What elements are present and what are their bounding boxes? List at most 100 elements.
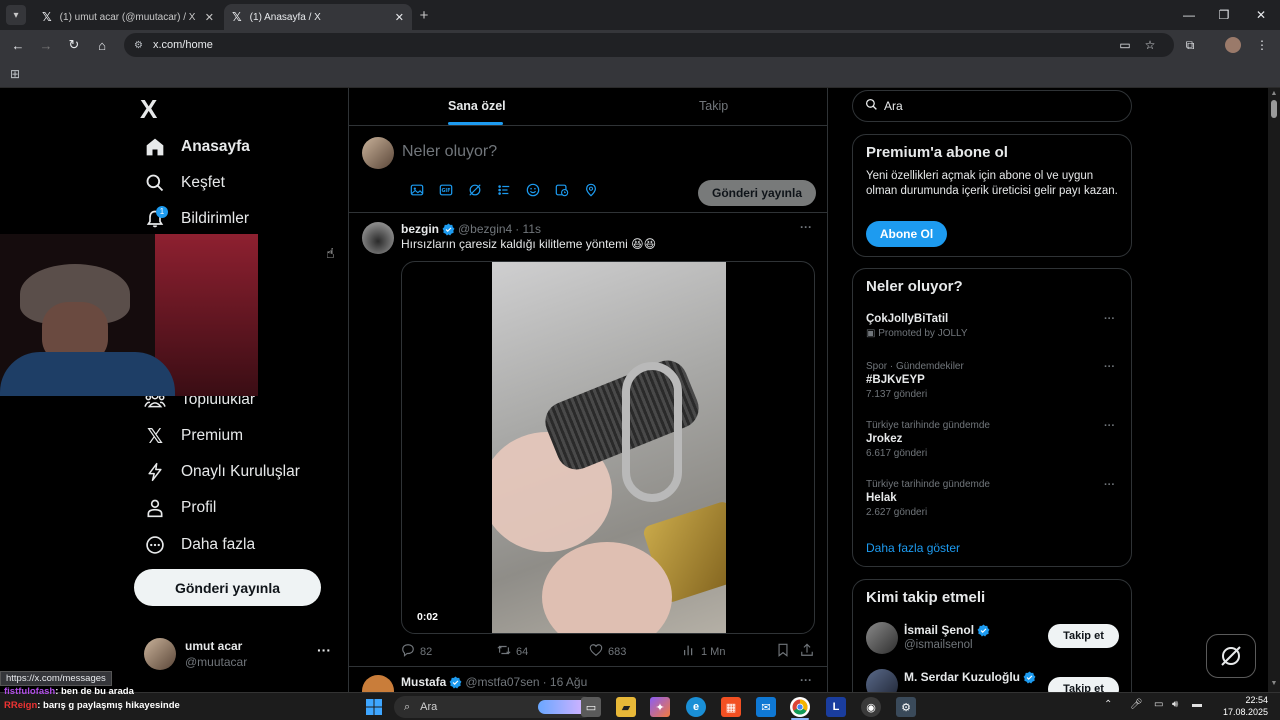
tweet[interactable]: bezgin @bezgin4 · 11s ··· Hırsızların ça… bbox=[349, 213, 828, 667]
edge-icon[interactable]: e bbox=[686, 697, 706, 717]
tray-chevron-icon[interactable]: ⌃ bbox=[1104, 699, 1112, 710]
tab-following[interactable]: Takip bbox=[699, 99, 728, 113]
battery-icon[interactable]: ▬ bbox=[1192, 699, 1202, 710]
nav-more[interactable]: Daha fazla bbox=[144, 530, 255, 560]
trend-item[interactable]: ÇokJollyBiTatil ▣ Promoted by JOLLY ··· bbox=[866, 313, 1118, 339]
follow-button[interactable]: Takip et bbox=[1048, 624, 1119, 648]
show-more-link[interactable]: Daha fazla göster bbox=[866, 541, 960, 555]
more-dots-icon[interactable]: ··· bbox=[1104, 313, 1115, 325]
avatar[interactable] bbox=[866, 622, 898, 654]
composer-post-button[interactable]: Gönderi yayınla bbox=[698, 180, 816, 206]
follow-button[interactable]: Takip et bbox=[1048, 677, 1119, 692]
copilot-icon[interactable]: ✦ bbox=[650, 697, 670, 717]
nav-home[interactable]: Anasayfa bbox=[144, 132, 250, 162]
nav-notifications[interactable]: 1 Bildirimler bbox=[144, 204, 249, 234]
browser-menu-icon[interactable]: ⋮ bbox=[1250, 33, 1274, 57]
scrollbar-thumb[interactable] bbox=[1271, 100, 1277, 118]
scroll-down-arrow-icon[interactable]: ▼ bbox=[1268, 680, 1280, 687]
file-explorer-icon[interactable]: ▰ bbox=[616, 697, 636, 717]
tweet[interactable]: Mustafa @mstfa07sen · 16 Ağu ··· bbox=[349, 668, 828, 692]
store-icon[interactable]: ▦ bbox=[721, 697, 741, 717]
forward-button[interactable]: → bbox=[32, 31, 60, 59]
close-window-button[interactable]: ✕ bbox=[1244, 0, 1278, 30]
nav-premium[interactable]: 𝕏 Premium bbox=[144, 421, 243, 451]
tweet-author-name[interactable]: bezgin bbox=[401, 222, 439, 236]
task-view-icon[interactable]: ▭ bbox=[581, 697, 601, 717]
start-button[interactable] bbox=[364, 697, 384, 717]
profile-avatar[interactable] bbox=[1221, 33, 1245, 57]
gif-icon[interactable]: GIF bbox=[431, 182, 460, 198]
repost-button[interactable]: 64 bbox=[497, 643, 528, 660]
volume-icon[interactable]: 🔊︎ bbox=[1172, 699, 1178, 710]
mail-icon[interactable]: ✉ bbox=[756, 697, 776, 717]
obs-icon[interactable]: ◉ bbox=[861, 697, 881, 717]
new-tab-button[interactable]: + bbox=[412, 7, 436, 24]
tweet-video[interactable]: 0:02 bbox=[401, 261, 815, 634]
emoji-icon[interactable] bbox=[518, 182, 547, 198]
taskbar-search[interactable]: ⌕ Ara bbox=[394, 696, 594, 718]
apps-grid-icon[interactable]: ⊞ bbox=[10, 67, 20, 81]
back-button[interactable]: ← bbox=[4, 31, 32, 59]
tweet-author-name[interactable]: Mustafa bbox=[401, 675, 446, 689]
more-dots-icon[interactable]: ··· bbox=[1104, 479, 1115, 491]
trend-item[interactable]: Spor · Gündemdekiler #BJKvEYP 7.137 gönd… bbox=[866, 361, 1118, 400]
more-dots-icon[interactable]: ··· bbox=[317, 642, 331, 658]
nav-verified-orgs[interactable]: Onaylı Kuruluşlar bbox=[144, 457, 300, 487]
browser-tab[interactable]: 𝕏 (1) umut acar (@muutacar) / X ✕ bbox=[34, 4, 222, 30]
nav-profile[interactable]: Profil bbox=[144, 493, 216, 523]
home-button[interactable]: ⌂ bbox=[88, 31, 116, 59]
tab-for-you[interactable]: Sana özel bbox=[448, 99, 506, 113]
tweet-time[interactable]: · 11s bbox=[515, 222, 541, 236]
share-button[interactable] bbox=[800, 643, 819, 660]
avatar[interactable] bbox=[866, 669, 898, 692]
image-icon[interactable] bbox=[402, 182, 431, 198]
reload-button[interactable]: ↻ bbox=[60, 31, 88, 59]
compose-input[interactable]: Neler oluyor? bbox=[402, 143, 497, 161]
page-scrollbar[interactable]: ▲ ▼ bbox=[1268, 88, 1280, 692]
nav-explore[interactable]: Keşfet bbox=[144, 168, 225, 198]
x-logo-icon[interactable]: X bbox=[140, 94, 157, 125]
subscribe-button[interactable]: Abone Ol bbox=[866, 221, 947, 247]
post-button[interactable]: Gönderi yayınla bbox=[134, 569, 321, 606]
bookmark-button[interactable] bbox=[776, 643, 795, 660]
like-button[interactable]: 683 bbox=[589, 643, 626, 660]
grok-button[interactable] bbox=[1206, 634, 1256, 678]
site-info-icon[interactable]: ⚙ bbox=[134, 40, 143, 51]
grok-icon[interactable] bbox=[460, 182, 489, 198]
l-app-icon[interactable]: L bbox=[826, 697, 846, 717]
close-icon[interactable]: ✕ bbox=[395, 11, 404, 24]
taskbar-clock[interactable]: 22:54 17.08.2025 bbox=[1212, 694, 1268, 718]
more-dots-icon[interactable]: ··· bbox=[1104, 361, 1115, 373]
more-dots-icon[interactable]: ··· bbox=[800, 673, 812, 687]
trend-item[interactable]: Türkiye tarihinde gündemde Jrokez 6.617 … bbox=[866, 420, 1118, 459]
tweet-author-handle[interactable]: @bezgin4 bbox=[458, 222, 512, 236]
schedule-icon[interactable] bbox=[547, 182, 576, 198]
minimize-button[interactable]: — bbox=[1172, 0, 1206, 30]
account-switcher[interactable]: umut acar @muutacar ··· bbox=[144, 636, 334, 672]
avatar[interactable] bbox=[362, 675, 394, 692]
tab-search-button[interactable]: ▾ bbox=[6, 5, 26, 25]
settings-icon[interactable]: ⚙ bbox=[896, 697, 916, 717]
follow-suggestion[interactable]: İsmail Şenol @ismailsenol Takip et bbox=[866, 622, 1124, 662]
location-icon[interactable] bbox=[576, 182, 605, 198]
views-button[interactable]: 1 Mn bbox=[682, 643, 725, 660]
scroll-up-arrow-icon[interactable]: ▲ bbox=[1268, 90, 1280, 97]
browser-tab-active[interactable]: 𝕏 (1) Anasayfa / X ✕ bbox=[224, 4, 412, 30]
tweet-author-handle[interactable]: @mstfa07sen bbox=[465, 675, 539, 689]
avatar[interactable] bbox=[362, 222, 394, 254]
close-icon[interactable]: ✕ bbox=[205, 11, 214, 24]
extensions-icon[interactable]: ⧉ bbox=[1178, 33, 1202, 57]
search-input[interactable]: Ara bbox=[852, 90, 1132, 122]
chrome-icon[interactable] bbox=[790, 697, 810, 717]
reply-button[interactable]: 82 bbox=[401, 643, 432, 660]
more-dots-icon[interactable]: ··· bbox=[1104, 420, 1115, 432]
microphone-icon[interactable]: 🎤︎ bbox=[1130, 699, 1143, 710]
follow-suggestion[interactable]: M. Serdar Kuzuloğlu Takip et bbox=[866, 669, 1124, 692]
poll-icon[interactable] bbox=[489, 182, 518, 198]
install-app-icon[interactable]: ▭ bbox=[1113, 33, 1137, 57]
restore-button[interactable]: ❐ bbox=[1207, 0, 1241, 30]
network-icon[interactable]: ▭ bbox=[1154, 699, 1163, 710]
more-dots-icon[interactable]: ··· bbox=[800, 220, 812, 234]
bookmark-star-icon[interactable]: ☆ bbox=[1138, 33, 1162, 57]
tweet-time[interactable]: · 16 Ağu bbox=[543, 675, 588, 689]
